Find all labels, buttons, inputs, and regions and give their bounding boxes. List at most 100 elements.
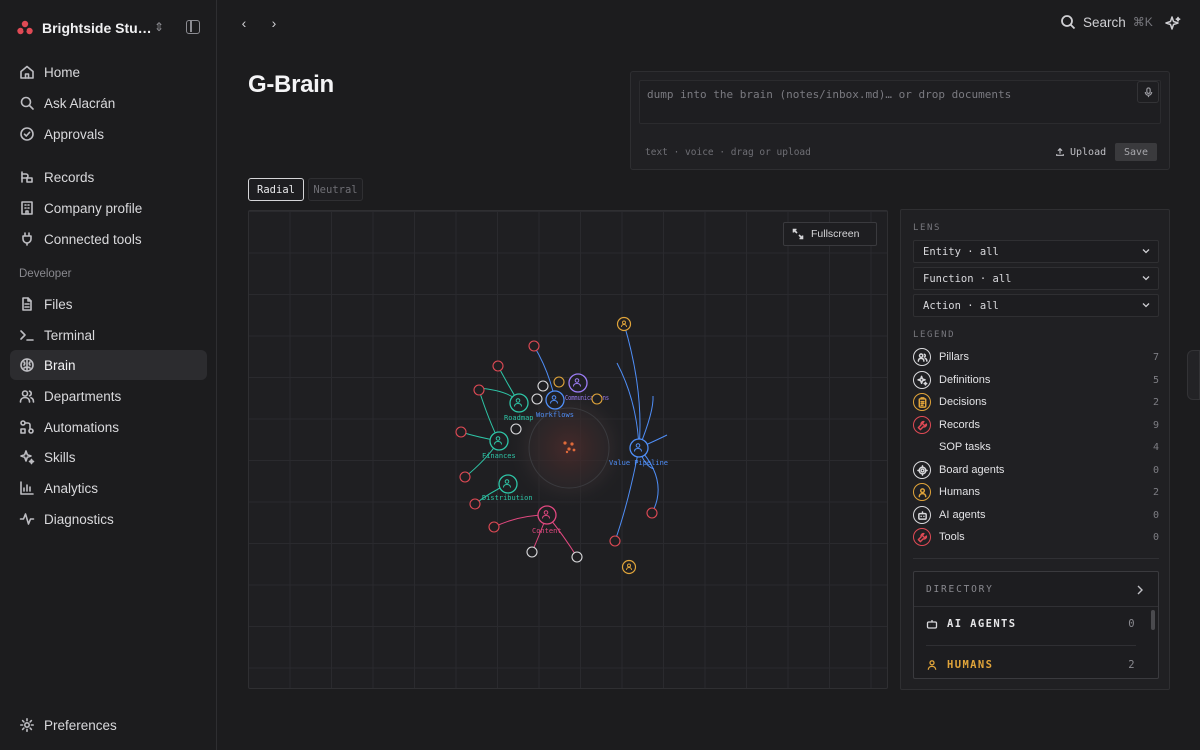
chevron-updown-icon[interactable]: ⇕: [154, 20, 164, 34]
brain-graph[interactable]: Roadmap Workflows Communications Finance…: [249, 211, 888, 689]
tab-neutral[interactable]: Neutral: [308, 178, 363, 201]
nav-item-label: Diagnostics: [44, 511, 114, 527]
legend-count: 9: [1152, 419, 1159, 431]
lens-label: LENS: [913, 223, 942, 233]
nav-item-company-profile[interactable]: Company profile: [10, 193, 207, 223]
nav-item-home[interactable]: Home: [10, 57, 207, 87]
upload-button[interactable]: Upload: [1049, 143, 1112, 161]
function-filter-value: Function · all: [923, 272, 1012, 285]
legend-item-definitions[interactable]: Definitions 5: [913, 370, 1159, 390]
entity-filter-value: Entity · all: [923, 245, 999, 258]
legend-item-pillars[interactable]: Pillars 7: [913, 347, 1159, 367]
sidebar: Brightside Stu… ⇕ Home Ask Alacrán Appro…: [0, 0, 217, 750]
nav-item-automations[interactable]: Automations: [10, 412, 207, 442]
legend-count: 2: [1152, 396, 1159, 408]
legend-label-text: Humans: [939, 486, 980, 498]
forward-arrow-icon[interactable]: ›: [265, 14, 283, 32]
brain-icon: [19, 357, 35, 373]
function-filter-select[interactable]: Function · all: [913, 267, 1159, 290]
legend-count: 0: [1152, 531, 1159, 543]
nav-item-approvals[interactable]: Approvals: [10, 119, 207, 149]
sidebar-toggle-icon[interactable]: [186, 20, 200, 34]
sparkles-icon[interactable]: [1164, 15, 1182, 33]
search-button[interactable]: Search ⌘K: [1060, 14, 1153, 30]
fullscreen-button[interactable]: Fullscreen: [783, 222, 877, 246]
nav-item-terminal[interactable]: Terminal: [10, 320, 207, 350]
nav-item-ask-alacran[interactable]: Ask Alacrán: [10, 88, 207, 118]
action-filter-value: Action · all: [923, 299, 999, 312]
expand-icon: [792, 228, 804, 240]
legend-item-tools[interactable]: Tools 0: [913, 527, 1159, 547]
legend-item-board-agents[interactable]: Board agents 0: [913, 460, 1159, 480]
search-icon: [19, 95, 35, 111]
legend-item-records[interactable]: Records 9: [913, 415, 1159, 435]
directory-row-humans[interactable]: HUMANS 2: [926, 654, 1136, 676]
nav-item-diagnostics[interactable]: Diagnostics: [10, 504, 207, 534]
legend-count: 2: [1152, 486, 1159, 498]
legend-item-humans[interactable]: Humans 2: [913, 482, 1159, 502]
pillar-label: Value Pipeline: [609, 459, 668, 467]
nav-item-brain[interactable]: Brain: [10, 350, 207, 380]
workspace-switcher[interactable]: Brightside Stu… ⇕: [16, 17, 202, 39]
wrench-icon: [913, 416, 931, 434]
legend-label-text: SOP tasks: [939, 441, 991, 453]
pillar-label: Roadmap: [504, 414, 534, 422]
topbar: ‹ › Search ⌘K: [217, 0, 1200, 48]
records-icon: [19, 169, 35, 185]
page-title: G-Brain: [248, 71, 334, 98]
nav-item-preferences[interactable]: Preferences: [10, 710, 207, 740]
nav-item-analytics[interactable]: Analytics: [10, 473, 207, 503]
entity-filter-select[interactable]: Entity · all: [913, 240, 1159, 263]
nav-item-label: Terminal: [44, 327, 96, 343]
inbox-hint: text · voice · drag or upload: [645, 147, 811, 158]
gear-icon: [19, 717, 35, 733]
directory-row-count: 0: [1128, 618, 1136, 630]
legend-label-text: Records: [939, 419, 980, 431]
chevron-down-icon: [1142, 303, 1150, 308]
back-arrow-icon[interactable]: ‹: [235, 14, 253, 32]
nav-item-label: Ask Alacrán: [44, 95, 116, 111]
tab-radial[interactable]: Radial: [248, 178, 304, 201]
search-shortcut: ⌘K: [1132, 15, 1153, 29]
nav-item-label: Approvals: [44, 126, 105, 142]
divider: [926, 645, 1136, 646]
nav-item-connected-tools[interactable]: Connected tools: [10, 224, 207, 254]
nav-item-label: Preferences: [44, 717, 117, 733]
side-panel-handle[interactable]: [1187, 350, 1200, 400]
action-filter-select[interactable]: Action · all: [913, 294, 1159, 317]
nav-item-label: Files: [44, 296, 73, 312]
nav-item-label: Automations: [44, 419, 120, 435]
legend-item-decisions[interactable]: Decisions 2: [913, 392, 1159, 412]
nav-item-label: Home: [44, 64, 81, 80]
graph-canvas[interactable]: Roadmap Workflows Communications Finance…: [248, 210, 888, 689]
nav-item-departments[interactable]: Departments: [10, 381, 207, 411]
legend-item-ai-agents[interactable]: AI agents 0: [913, 505, 1159, 525]
nav-item-files[interactable]: Files: [10, 289, 207, 319]
bot-icon: [913, 506, 931, 524]
legend-item-sop-tasks[interactable]: SOP tasks 4: [913, 437, 1159, 457]
clipboard-icon: [913, 393, 931, 411]
legend-label-text: Decisions: [939, 396, 987, 408]
users-icon: [913, 348, 931, 366]
chevron-right-icon: [1137, 585, 1143, 595]
nav-item-records[interactable]: Records: [10, 162, 207, 192]
cog-icon: [913, 461, 931, 479]
directory-row-ai-agents[interactable]: AI AGENTS 0: [926, 613, 1136, 635]
upload-label: Upload: [1070, 146, 1107, 158]
bar-chart-icon: [19, 480, 35, 496]
legend-label-text: AI agents: [939, 509, 986, 521]
legend-label-text: Board agents: [939, 464, 1005, 476]
nav-item-label: Company profile: [44, 200, 143, 216]
pillar-label: Finances: [482, 452, 516, 460]
microphone-button[interactable]: [1137, 81, 1159, 103]
directory-header[interactable]: DIRECTORY: [914, 572, 1158, 607]
nav-item-label: Analytics: [44, 480, 99, 496]
nav-item-label: Records: [44, 169, 95, 185]
lens-panel: LENS Entity · all Function · all Action …: [900, 209, 1170, 690]
directory-scrollbar[interactable]: [1151, 610, 1155, 630]
nav-item-label: Departments: [44, 388, 122, 404]
save-button[interactable]: Save: [1115, 143, 1157, 161]
inbox-textarea[interactable]: dump into the brain (notes/inbox.md)… or…: [639, 80, 1161, 124]
pillar-label: Workflows: [536, 411, 574, 419]
nav-item-skills[interactable]: Skills: [10, 442, 207, 472]
